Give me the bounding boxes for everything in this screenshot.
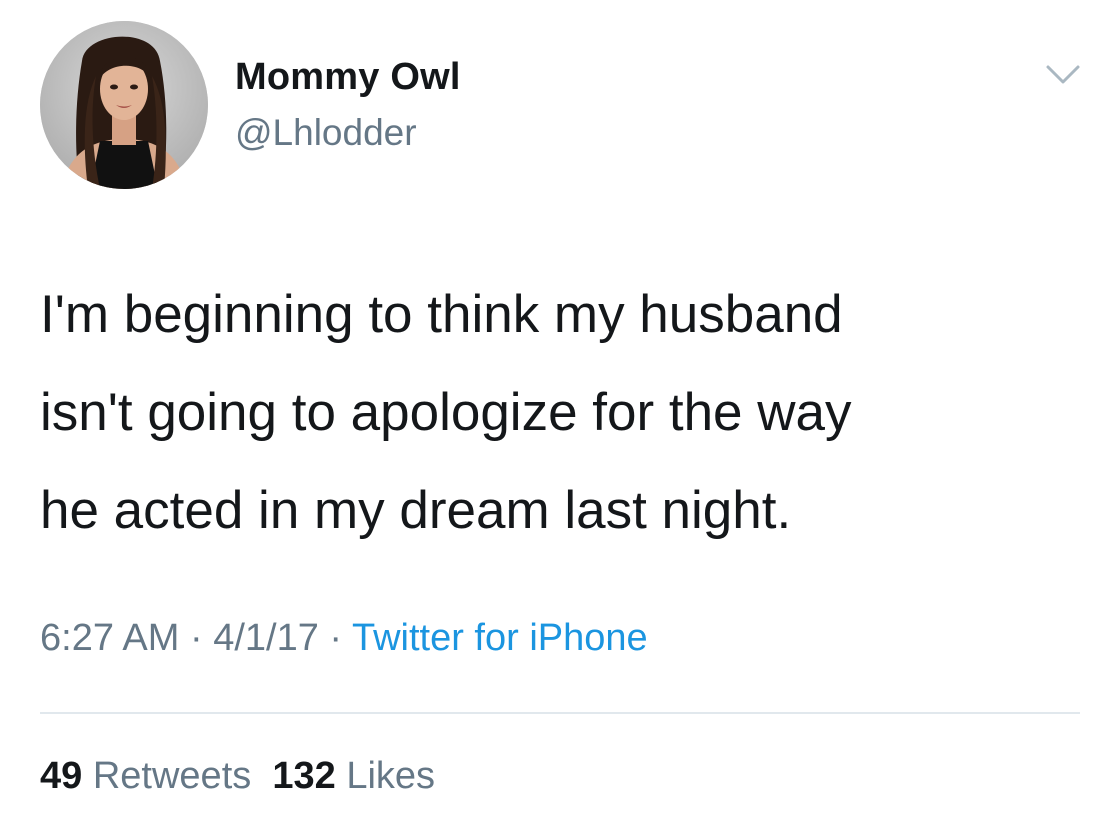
profile-photo-icon (40, 21, 208, 189)
tweet-card: Mommy Owl @Lhlodder I'm beginning to thi… (0, 0, 1101, 825)
tweet-stats: 49 Retweets 132 Likes (40, 755, 435, 798)
tweet-source-link[interactable]: Twitter for iPhone (352, 617, 648, 659)
display-name[interactable]: Mommy Owl (235, 56, 461, 99)
user-handle[interactable]: @Lhlodder (235, 112, 417, 154)
tweet-date[interactable]: 4/1/17 (213, 617, 319, 659)
meta-separator: · (318, 617, 352, 659)
likes-label: Likes (346, 755, 436, 797)
retweets-count: 49 (40, 755, 83, 797)
meta-separator: · (179, 617, 214, 659)
tweet-time[interactable]: 6:27 AM (40, 617, 179, 659)
chevron-down-icon[interactable] (1044, 62, 1082, 88)
tweet-text: I'm beginning to think my husband isn't … (40, 285, 852, 540)
likes-count: 132 (272, 755, 336, 797)
likes-stat[interactable]: 132 Likes (272, 755, 435, 797)
avatar[interactable] (40, 21, 208, 189)
divider (40, 712, 1080, 714)
tweet-metadata: 6:27 AM · 4/1/17 · Twitter for iPhone (40, 617, 648, 660)
retweets-label: Retweets (92, 755, 252, 797)
retweets-stat[interactable]: 49 Retweets (40, 755, 251, 797)
